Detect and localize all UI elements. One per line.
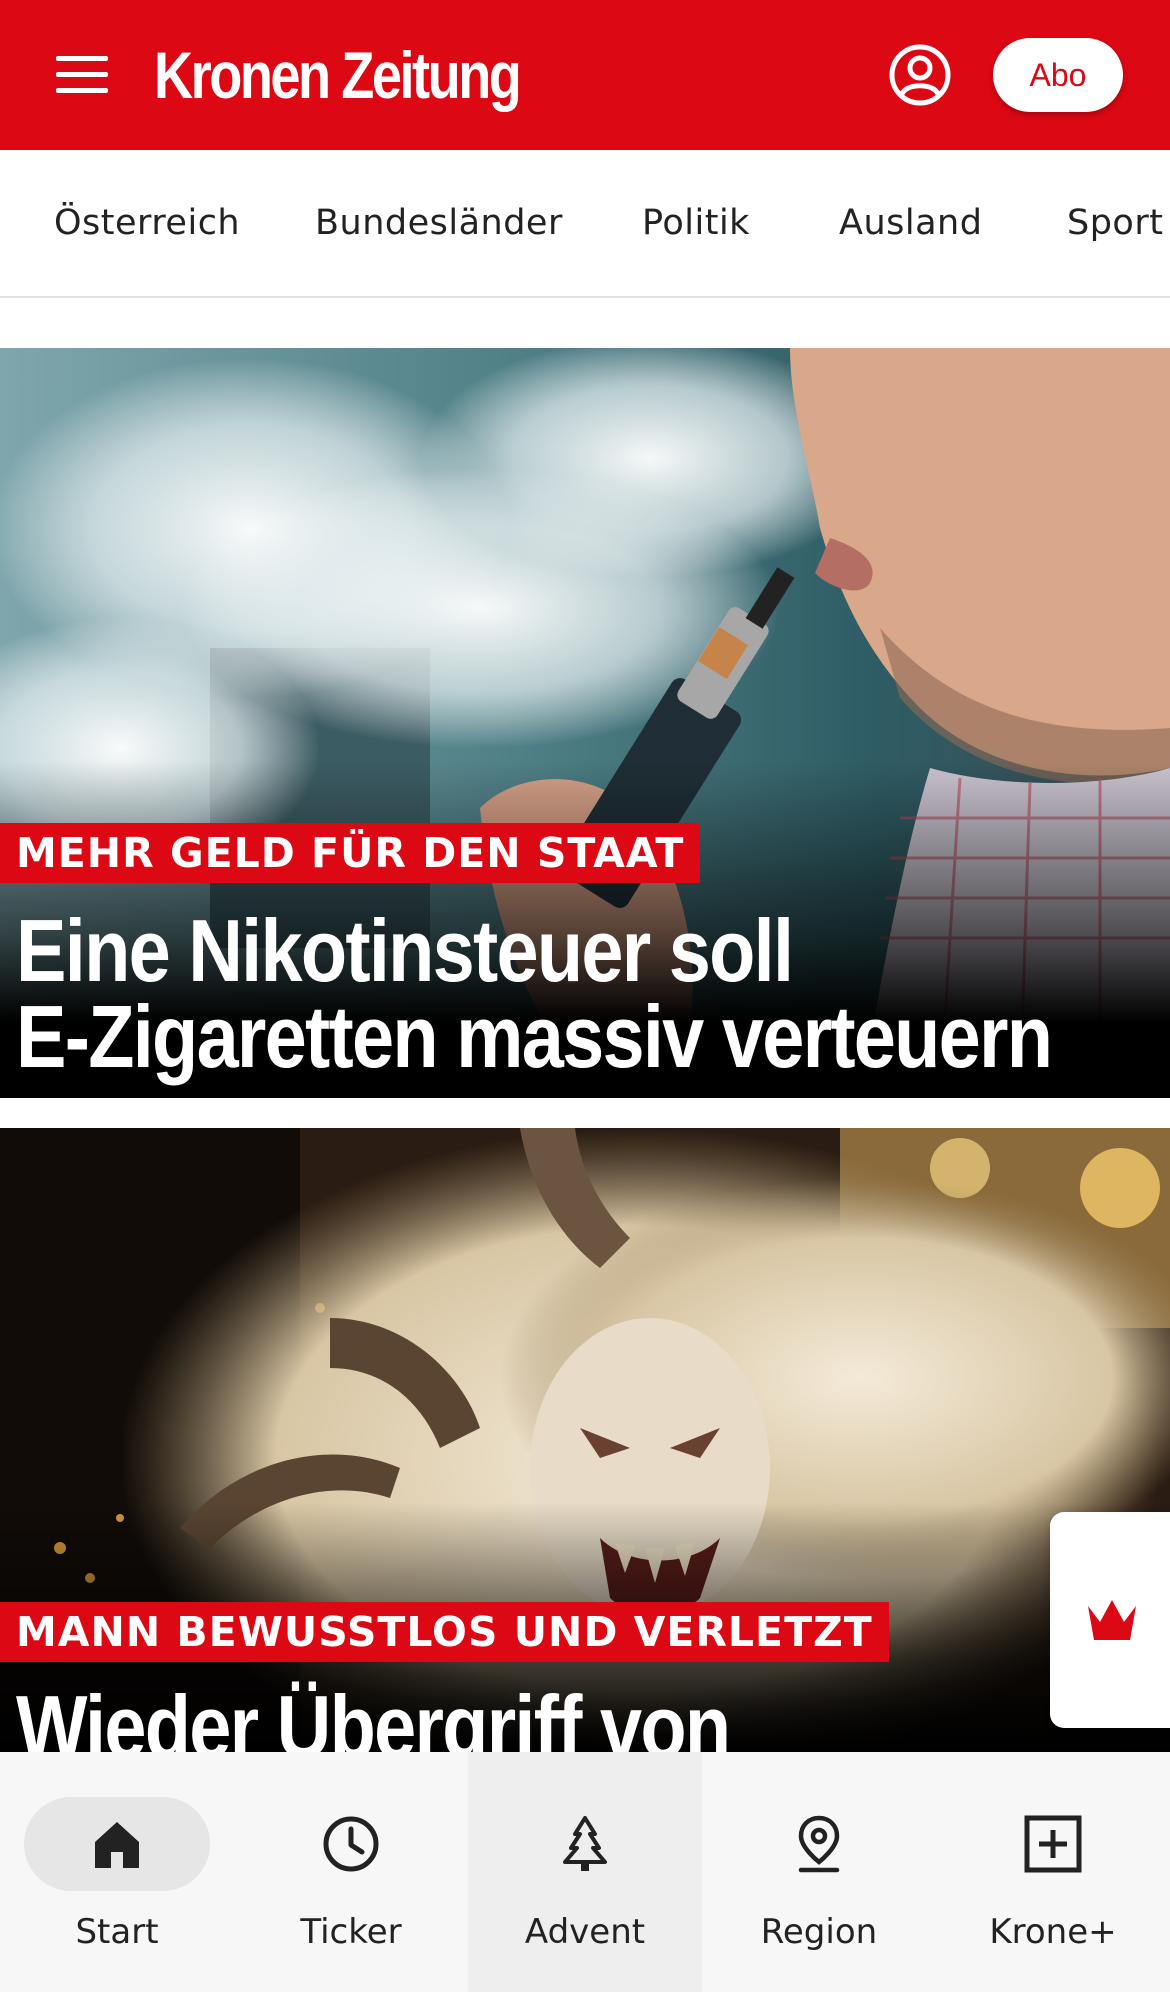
category-oesterreich[interactable]: Österreich	[54, 150, 240, 296]
nav-label: Advent	[524, 1912, 646, 1952]
plus-box-icon	[1024, 1815, 1082, 1873]
category-sport[interactable]: Sport	[1067, 150, 1163, 296]
hamburger-menu-icon[interactable]	[50, 52, 112, 98]
user-account-icon[interactable]	[888, 43, 952, 107]
nav-item-ticker[interactable]: Ticker	[234, 1752, 468, 1992]
clock-icon	[323, 1816, 379, 1872]
krone-floating-button[interactable]	[1050, 1512, 1170, 1728]
article-kicker: MANN BEWUSSTLOS UND VERLETZT	[0, 1602, 889, 1662]
headline-line: E-Zigaretten massiv verteuern	[16, 987, 1053, 1086]
article-headline: Wieder Übergriff von	[16, 1677, 996, 1753]
article-kicker: MEHR GELD FÜR DEN STAAT	[0, 823, 701, 883]
location-pin-icon	[798, 1815, 840, 1873]
home-icon	[95, 1822, 139, 1868]
nav-label: Krone+	[989, 1912, 1117, 1952]
nav-label: Region	[760, 1912, 878, 1952]
nav-item-krone-plus[interactable]: Krone+	[936, 1752, 1170, 1992]
brand-logo[interactable]: Kronen Zeitung	[154, 30, 522, 120]
category-nav: Österreich Bundesländer Politik Ausland …	[0, 150, 1170, 298]
headline-line: Wieder Übergriff von	[16, 1677, 731, 1753]
category-bundeslaender[interactable]: Bundesländer	[315, 150, 563, 296]
article-card[interactable]: MEHR GELD FÜR DEN STAAT Eine Nikotinsteu…	[0, 348, 1170, 1098]
article-headline: Eine Nikotinsteuer soll E-Zigaretten mas…	[16, 901, 1053, 1086]
app-header: Kronen Zeitung Abo	[0, 0, 1170, 150]
category-politik[interactable]: Politik	[642, 150, 750, 296]
article-card[interactable]: MANN BEWUSSTLOS UND VERLETZT Wieder Über…	[0, 1128, 1170, 1752]
nav-item-advent[interactable]: Advent	[468, 1752, 702, 1992]
christmas-tree-icon	[563, 1816, 607, 1871]
nav-item-start[interactable]: Start	[0, 1752, 234, 1992]
headline-line: Eine Nikotinsteuer soll	[16, 901, 794, 1000]
bottom-navigation: Start Ticker Advent Region Krone+	[0, 1752, 1170, 1992]
category-ausland[interactable]: Ausland	[839, 150, 982, 296]
abo-button[interactable]: Abo	[993, 38, 1123, 112]
nav-label: Start	[75, 1912, 159, 1952]
nav-item-region[interactable]: Region	[702, 1752, 936, 1992]
nav-label: Ticker	[300, 1912, 402, 1952]
krone-crown-icon	[1088, 1600, 1136, 1640]
